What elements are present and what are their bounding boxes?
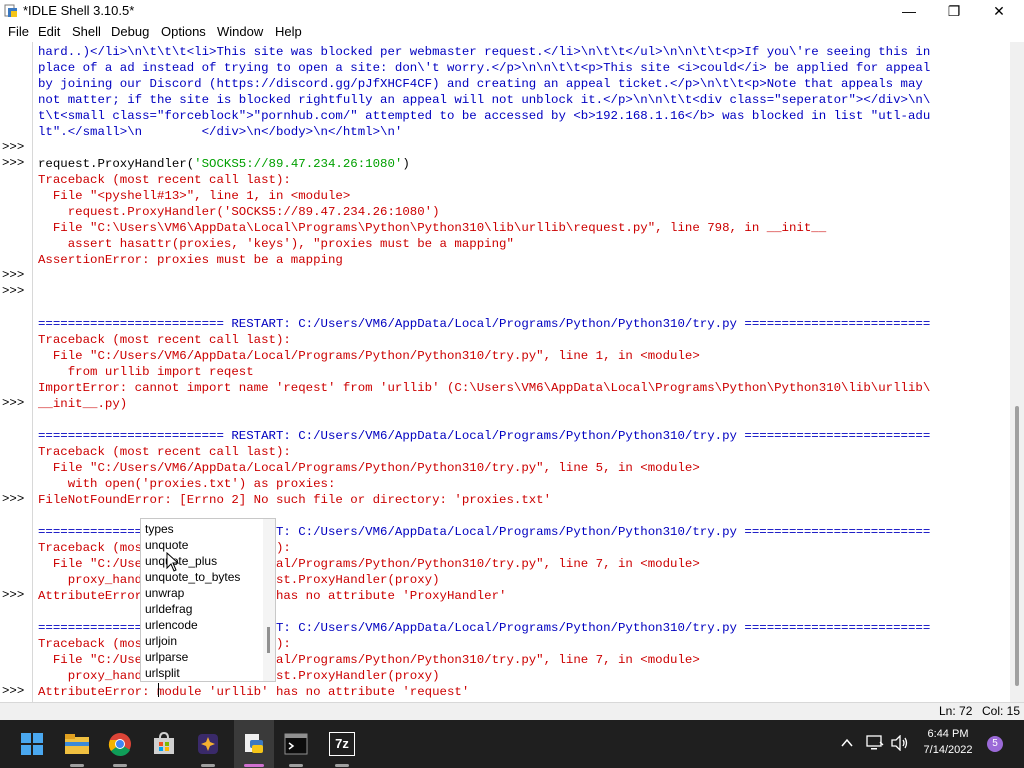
column-number: Col: 15 xyxy=(982,704,1021,718)
prompt-marker: >>> xyxy=(2,140,25,154)
running-indicator xyxy=(113,764,127,767)
shell-line: File "C:/Users/VM6/AppData/Local/Program… xyxy=(38,557,700,571)
python-idle-icon[interactable] xyxy=(238,728,270,760)
shell-line: hard..)</li>\n\t\t\t<li>This site was bl… xyxy=(38,45,931,59)
shell-line: lt".</small>\n </div>\n</body>\n</html>\… xyxy=(38,125,403,139)
shell-line: from urllib import reqest xyxy=(38,365,254,379)
clock-date[interactable]: 7/14/2022 xyxy=(920,744,976,756)
shell-line: FileNotFoundError: [Errno 2] No such fil… xyxy=(38,493,552,507)
shell-line: __init__.py) xyxy=(38,397,128,411)
autocomplete-item[interactable]: unquote xyxy=(145,537,188,553)
7zip-icon[interactable]: 7z xyxy=(326,728,358,760)
string-literal: 'SOCKS5://89.47.234.26:1080' xyxy=(194,157,403,171)
maximize-button[interactable]: ❐ xyxy=(931,0,977,22)
autocomplete-popup[interactable]: types unquote unquote_plus unquote_to_bytes… xyxy=(140,518,276,682)
mouse-pointer-icon xyxy=(166,552,180,572)
shell-line: ImportError: cannot import name 'reqest'… xyxy=(38,381,931,395)
shell-line: AttributeError: module 'urllib' has no a… xyxy=(38,685,470,699)
running-indicator xyxy=(70,764,84,767)
python-idle-icon xyxy=(4,4,17,17)
scrollbar-thumb[interactable] xyxy=(1015,406,1019,686)
autocomplete-item[interactable]: types xyxy=(145,521,174,537)
volume-icon[interactable] xyxy=(891,735,909,751)
menu-edit[interactable]: Edit xyxy=(38,22,60,42)
chevron-up-icon[interactable] xyxy=(841,738,853,748)
prompt-marker: >>> xyxy=(2,684,25,698)
shell-line: File "C:/Users/VM6/AppData/Local/Program… xyxy=(38,653,700,667)
autocomplete-item[interactable]: unquote_to_bytes xyxy=(145,569,240,585)
shell-line: by joining our Discord (https://discord.… xyxy=(38,77,923,91)
prompt-marker: >>> xyxy=(2,284,25,298)
minimize-button[interactable]: — xyxy=(886,0,932,22)
7zip-label: 7z xyxy=(329,732,355,756)
shell-line: Traceback (most recent call last): xyxy=(38,445,291,459)
autocomplete-item[interactable]: urlparse xyxy=(145,649,188,665)
shell-line: File "C:/Users/VM6/AppData/Local/Program… xyxy=(38,461,700,475)
text-caret xyxy=(158,683,159,697)
active-indicator xyxy=(244,764,264,767)
menu-bar: File Edit Shell Debug Options Window Hel… xyxy=(0,22,1024,42)
menu-help[interactable]: Help xyxy=(275,22,302,42)
shell-line: File "C:\Users\VM6\AppData\Local\Program… xyxy=(38,221,827,235)
network-icon[interactable] xyxy=(866,735,884,751)
vertical-scrollbar[interactable] xyxy=(1010,42,1024,702)
shell-line: File "C:/Users/VM6/AppData/Local/Program… xyxy=(38,349,700,363)
autocomplete-item[interactable]: urljoin xyxy=(145,633,177,649)
window-title: *IDLE Shell 3.10.5* xyxy=(23,3,135,18)
autocomplete-item[interactable]: urlencode xyxy=(145,617,198,633)
prompt-marker: >>> xyxy=(2,268,25,282)
shell-line: assert hasattr(proxies, 'keys'), "proxie… xyxy=(38,237,514,251)
shell-line: ========================= RESTART: C:/Us… xyxy=(38,429,931,443)
shell-line: not matter; if the site is blocked right… xyxy=(38,93,931,107)
menu-shell[interactable]: Shell xyxy=(72,22,101,42)
windows-start-icon[interactable] xyxy=(16,728,48,760)
prompt-marker: >>> xyxy=(2,396,25,410)
shell-line: ========================= RESTART: C:/Us… xyxy=(38,317,931,331)
shell-line: Traceback (most recent call last): xyxy=(38,173,291,187)
shell-line: place of a ad instead of trying to open … xyxy=(38,61,931,75)
prompt-gutter: >>> >>> >>> >>> >>> >>> >>> >>> xyxy=(0,42,32,702)
store-icon[interactable] xyxy=(148,728,180,760)
autocomplete-scroll-thumb[interactable] xyxy=(267,627,270,653)
shell-line: t\t<small class="forceblock">"pornhub.co… xyxy=(38,109,931,123)
running-indicator xyxy=(335,764,349,767)
terminal-icon[interactable] xyxy=(280,728,312,760)
chrome-icon[interactable] xyxy=(104,728,136,760)
app-icon[interactable] xyxy=(192,728,224,760)
autocomplete-item[interactable]: urldefrag xyxy=(145,601,192,617)
prompt-marker: >>> xyxy=(2,588,25,602)
notification-badge[interactable]: 5 xyxy=(987,736,1003,752)
running-indicator xyxy=(289,764,303,767)
autocomplete-scrollbar[interactable] xyxy=(263,519,275,681)
gutter-divider xyxy=(32,42,33,702)
prompt-marker: >>> xyxy=(2,492,25,506)
line-number: Ln: 72 xyxy=(939,704,973,718)
menu-file[interactable]: File xyxy=(8,22,29,42)
title-bar: *IDLE Shell 3.10.5* — ❐ ✕ xyxy=(0,0,1024,22)
autocomplete-item[interactable]: urlsplit xyxy=(145,665,180,681)
prompt-marker: >>> xyxy=(2,156,25,170)
shell-line: with open('proxies.txt') as proxies: xyxy=(38,477,336,491)
menu-debug[interactable]: Debug xyxy=(111,22,149,42)
shell-line: AssertionError: proxies must be a mappin… xyxy=(38,253,343,267)
shell-line: Traceback (most recent call last): xyxy=(38,333,291,347)
file-explorer-icon[interactable] xyxy=(61,728,93,760)
running-indicator xyxy=(201,764,215,767)
shell-line: request.ProxyHandler('SOCKS5://89.47.234… xyxy=(38,157,410,171)
taskbar: 7z 6:44 PM 7/14/2022 xyxy=(0,720,1024,768)
status-bar: Ln: 72 Col: 15 xyxy=(0,702,1024,720)
menu-options[interactable]: Options xyxy=(161,22,206,42)
shell-line: File "<pyshell#13>", line 1, in <module> xyxy=(38,189,351,203)
autocomplete-item[interactable]: unwrap xyxy=(145,585,184,601)
clock-time[interactable]: 6:44 PM xyxy=(920,728,976,740)
shell-line: request.ProxyHandler('SOCKS5://89.47.234… xyxy=(38,205,440,219)
close-button[interactable]: ✕ xyxy=(976,0,1022,22)
autocomplete-item[interactable]: unquote_plus xyxy=(145,553,217,569)
menu-window[interactable]: Window xyxy=(217,22,263,42)
